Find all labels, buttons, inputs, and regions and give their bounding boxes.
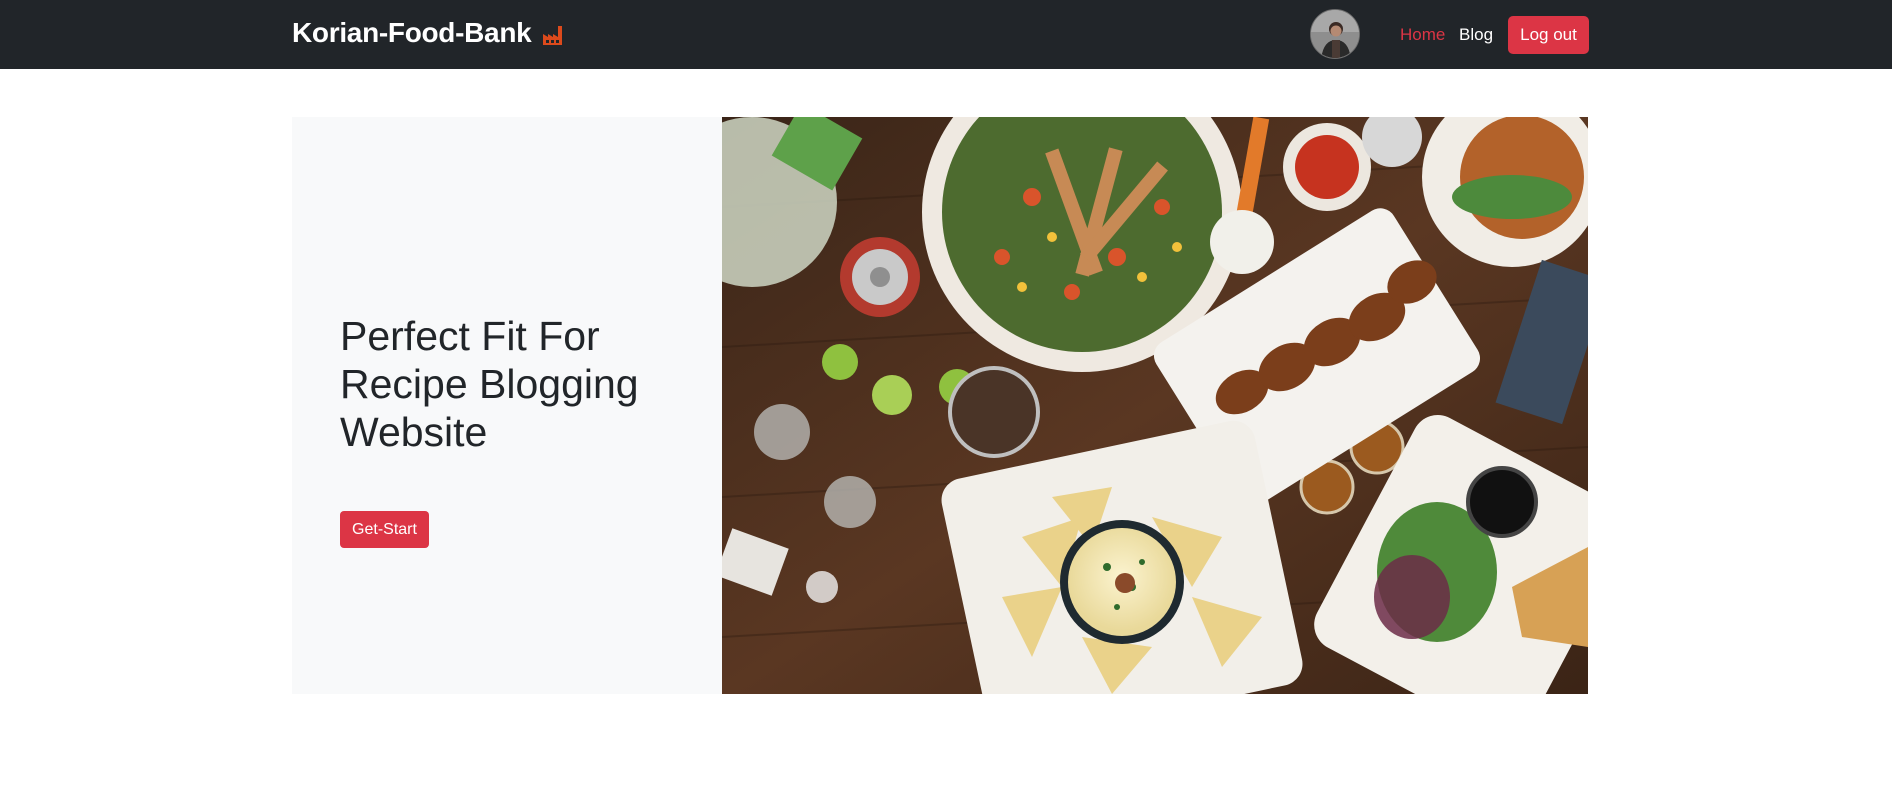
nav-link-blog[interactable]: Blog bbox=[1459, 24, 1493, 46]
hero-title: Perfect Fit For Recipe Blogging Website bbox=[340, 313, 639, 455]
avatar-icon bbox=[1311, 10, 1359, 58]
factory-icon bbox=[543, 26, 563, 45]
logout-button[interactable]: Log out bbox=[1508, 16, 1589, 54]
food-spread-image bbox=[722, 117, 1588, 694]
nav-link-home[interactable]: Home bbox=[1400, 24, 1445, 46]
brand-link[interactable]: Korian-Food-Bank bbox=[292, 15, 565, 51]
navbar: Korian-Food-Bank Home Blog Log out bbox=[0, 0, 1892, 69]
brand-name: Korian-Food-Bank bbox=[292, 17, 532, 48]
get-start-button[interactable]: Get-Start bbox=[340, 511, 429, 548]
hero-text-panel: Perfect Fit For Recipe Blogging Website … bbox=[292, 117, 722, 694]
user-avatar[interactable] bbox=[1310, 9, 1360, 59]
